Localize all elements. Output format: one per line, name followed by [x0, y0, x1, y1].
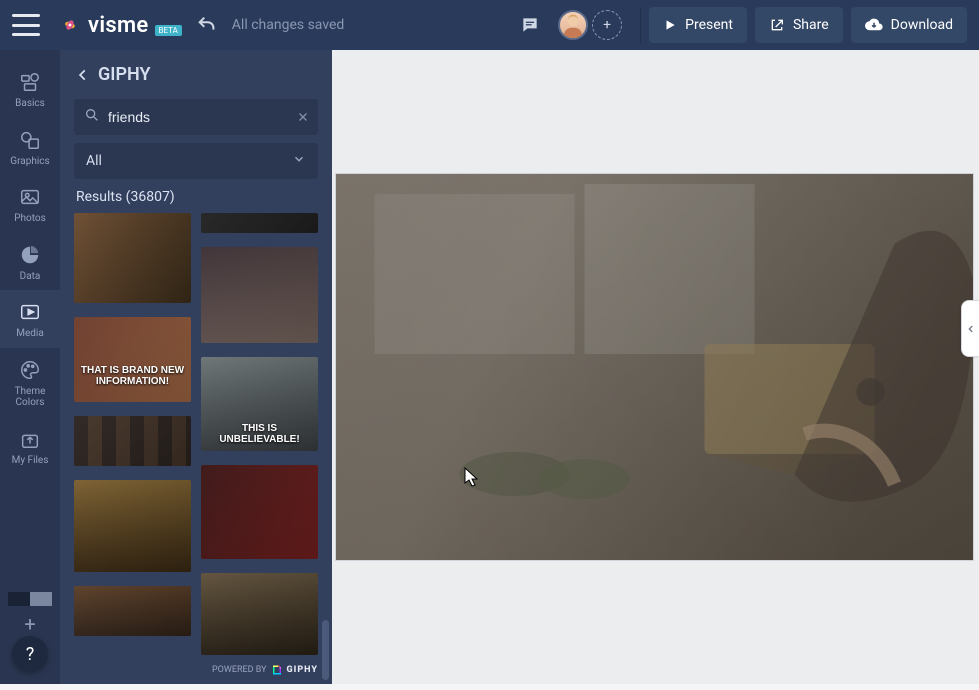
basics-icon	[18, 70, 42, 94]
rail-photos[interactable]: Photos	[0, 175, 60, 233]
gif-result[interactable]	[201, 465, 318, 559]
photos-icon	[18, 185, 42, 209]
comments-button[interactable]	[512, 7, 548, 43]
rail-data[interactable]: Data	[0, 233, 60, 291]
gif-result[interactable]	[74, 586, 191, 636]
cursor-icon	[464, 467, 480, 491]
gif-result[interactable]: THAT IS BRAND NEW INFORMATION!	[74, 317, 191, 402]
rail-basics[interactable]: Basics	[0, 60, 60, 118]
rail-theme-colors[interactable]: Theme Colors	[0, 348, 60, 417]
filter-dropdown[interactable]: All	[74, 143, 318, 179]
panel-title: GIPHY	[98, 64, 151, 85]
gif-result[interactable]	[201, 213, 318, 233]
search-icon	[84, 107, 100, 127]
data-icon	[18, 243, 42, 267]
share-button[interactable]: Share	[755, 7, 843, 43]
rail-label: Photos	[14, 213, 46, 225]
undo-button[interactable]	[196, 14, 218, 36]
media-panel: GIPHY All Results (36807) THAT IS BRAND …	[60, 50, 332, 684]
results-count: Results (36807)	[60, 189, 332, 213]
main-area: Basics Graphics Photos Data Media Theme …	[0, 50, 979, 684]
save-status: All changes saved	[232, 17, 345, 33]
beta-badge: BETA	[155, 25, 182, 36]
graphics-icon	[18, 128, 42, 152]
rail-graphics[interactable]: Graphics	[0, 118, 60, 176]
gif-caption: THAT IS BRAND NEW INFORMATION!	[74, 365, 191, 387]
rail-label: My Files	[12, 455, 49, 467]
panel-scrollbar[interactable]	[322, 280, 329, 690]
menu-button[interactable]	[12, 14, 40, 36]
rail-label: Basics	[15, 98, 45, 110]
canvas[interactable]	[332, 50, 979, 684]
share-label: Share	[793, 17, 829, 33]
upload-icon	[18, 427, 42, 451]
results-grid[interactable]: THAT IS BRAND NEW INFORMATION! THIS IS U…	[60, 213, 332, 684]
media-icon	[18, 300, 42, 324]
help-button[interactable]: ?	[12, 636, 48, 672]
download-label: Download	[891, 17, 953, 33]
rail-label: Media	[16, 328, 44, 340]
tool-rail: Basics Graphics Photos Data Media Theme …	[0, 50, 60, 684]
view-toggle[interactable]	[8, 592, 52, 606]
gif-result[interactable]	[201, 573, 318, 655]
rail-label: Theme Colors	[0, 386, 60, 409]
powered-by-giphy: POWERED BY GIPHY	[212, 664, 318, 676]
back-button[interactable]	[76, 66, 90, 84]
palette-icon	[18, 358, 42, 382]
gif-result[interactable]	[74, 416, 191, 466]
collaborators: +	[558, 10, 622, 40]
top-bar: visme BETA All changes saved + Present S…	[0, 0, 979, 50]
filter-value: All	[86, 153, 102, 169]
logo-text: visme	[88, 13, 149, 38]
present-button[interactable]: Present	[649, 7, 747, 43]
gif-result[interactable]	[74, 480, 191, 572]
download-button[interactable]: Download	[851, 7, 967, 43]
rail-label: Graphics	[10, 156, 49, 168]
rail-label: Data	[20, 271, 41, 283]
gif-result[interactable]	[74, 213, 191, 303]
gif-caption: THIS IS UNBELIEVABLE!	[201, 423, 318, 445]
app-logo[interactable]: visme BETA	[58, 13, 182, 38]
rail-media[interactable]: Media	[0, 290, 60, 348]
user-avatar[interactable]	[558, 10, 588, 40]
add-collaborator-button[interactable]: +	[592, 10, 622, 40]
slide[interactable]	[336, 174, 973, 560]
rail-my-files[interactable]: My Files	[0, 417, 60, 475]
zoom-in-button[interactable]: +	[24, 612, 35, 636]
clear-search-button[interactable]	[297, 108, 309, 127]
gif-result[interactable]	[201, 247, 318, 343]
gif-result[interactable]: THIS IS UNBELIEVABLE!	[201, 357, 318, 451]
expand-handle[interactable]	[961, 300, 979, 357]
search-field[interactable]	[74, 99, 318, 135]
present-label: Present	[685, 17, 733, 33]
chevron-down-icon	[292, 152, 306, 170]
search-input[interactable]	[108, 109, 289, 125]
logo-mark-icon	[58, 13, 82, 37]
